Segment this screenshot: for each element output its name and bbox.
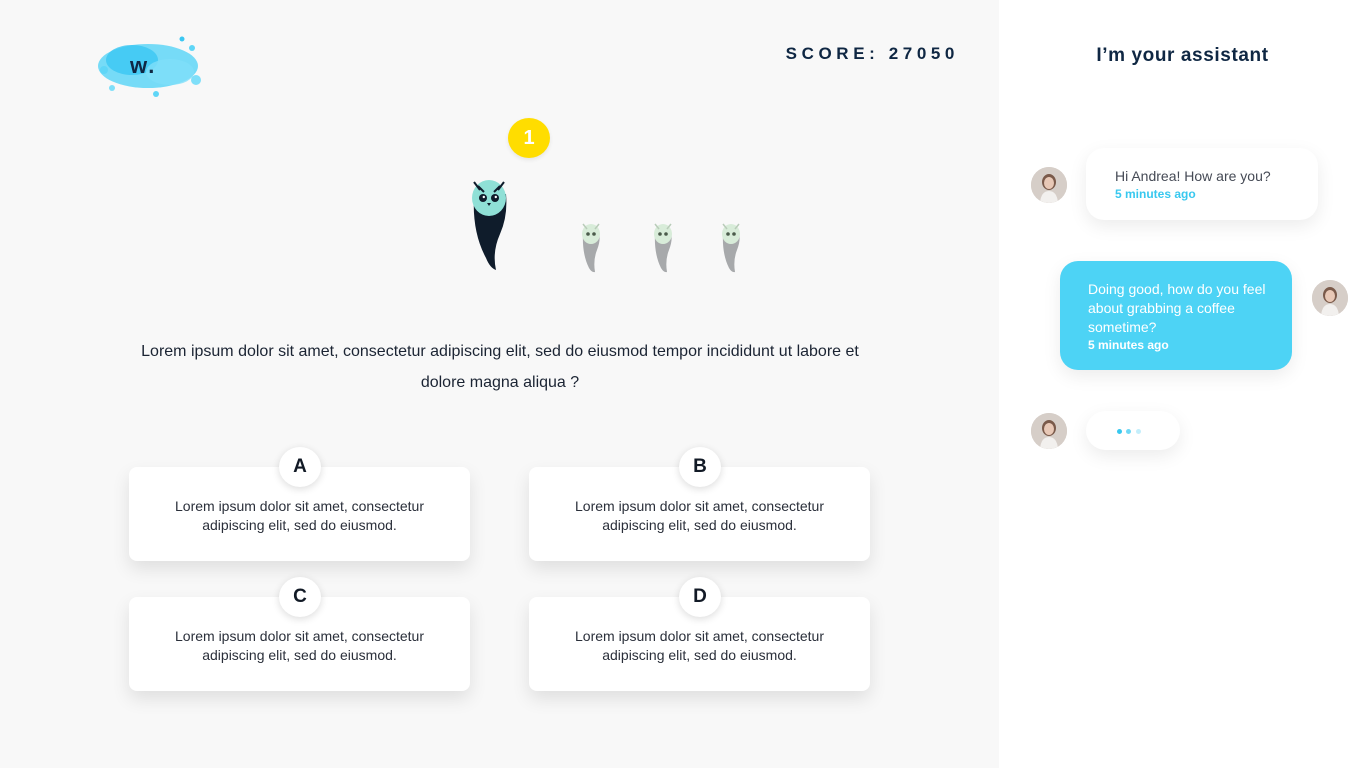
- assistant-panel: I’m your assistant Hi Andrea! How are yo…: [999, 0, 1366, 768]
- typing-dot: [1117, 429, 1122, 434]
- small-ghost-icon: [579, 220, 603, 274]
- typing-dot: [1126, 429, 1131, 434]
- answer-letter-badge: D: [679, 577, 721, 617]
- answer-text: Lorem ipsum dolor sit amet, consectetur …: [175, 498, 424, 533]
- chat-message-outgoing: Doing good, how do you feel about grabbi…: [1060, 261, 1292, 370]
- score-display: SCORE: 27050: [786, 44, 959, 64]
- assistant-title: I’m your assistant: [1096, 45, 1269, 66]
- logo[interactable]: w.: [92, 30, 206, 104]
- avatar: [1031, 413, 1067, 449]
- logo-text: w.: [130, 53, 157, 78]
- message-timestamp: 5 minutes ago: [1115, 187, 1196, 201]
- owl-ghost-character-icon: [466, 172, 516, 272]
- answer-option-b[interactable]: B Lorem ipsum dolor sit amet, consectetu…: [529, 447, 870, 561]
- answer-text: Lorem ipsum dolor sit amet, consectetur …: [175, 628, 424, 663]
- small-ghost-icon: [651, 220, 675, 274]
- answer-letter-badge: C: [279, 577, 321, 617]
- question-text: Lorem ipsum dolor sit amet, consectetur …: [141, 343, 859, 391]
- score-label: SCORE:: [785, 44, 880, 63]
- round-badge: 1: [508, 118, 550, 158]
- answer-text: Lorem ipsum dolor sit amet, consectetur …: [575, 498, 824, 533]
- chat-message-incoming: Hi Andrea! How are you? 5 minutes ago: [1086, 148, 1318, 220]
- app-root: w. SCORE: 27050 1 Lorem ipsum dolor sit …: [0, 0, 1366, 768]
- answer-letter-badge: A: [279, 447, 321, 487]
- avatar: [1312, 280, 1348, 316]
- answer-letter-badge: B: [679, 447, 721, 487]
- message-text: Doing good, how do you feel about grabbi…: [1088, 281, 1266, 335]
- small-ghost-icon: [719, 220, 743, 274]
- quiz-area: w. SCORE: 27050 1 Lorem ipsum dolor sit …: [0, 0, 999, 768]
- typing-indicator: [1086, 411, 1180, 450]
- score-value: 27050: [888, 44, 959, 63]
- answer-option-c[interactable]: C Lorem ipsum dolor sit amet, consectetu…: [129, 577, 470, 691]
- answer-option-a[interactable]: A Lorem ipsum dolor sit amet, consectetu…: [129, 447, 470, 561]
- message-text: Hi Andrea! How are you?: [1115, 168, 1271, 184]
- message-timestamp: 5 minutes ago: [1088, 338, 1169, 352]
- avatar: [1031, 167, 1067, 203]
- answer-option-d[interactable]: D Lorem ipsum dolor sit amet, consectetu…: [529, 577, 870, 691]
- answer-text: Lorem ipsum dolor sit amet, consectetur …: [575, 628, 824, 663]
- typing-dot: [1136, 429, 1141, 434]
